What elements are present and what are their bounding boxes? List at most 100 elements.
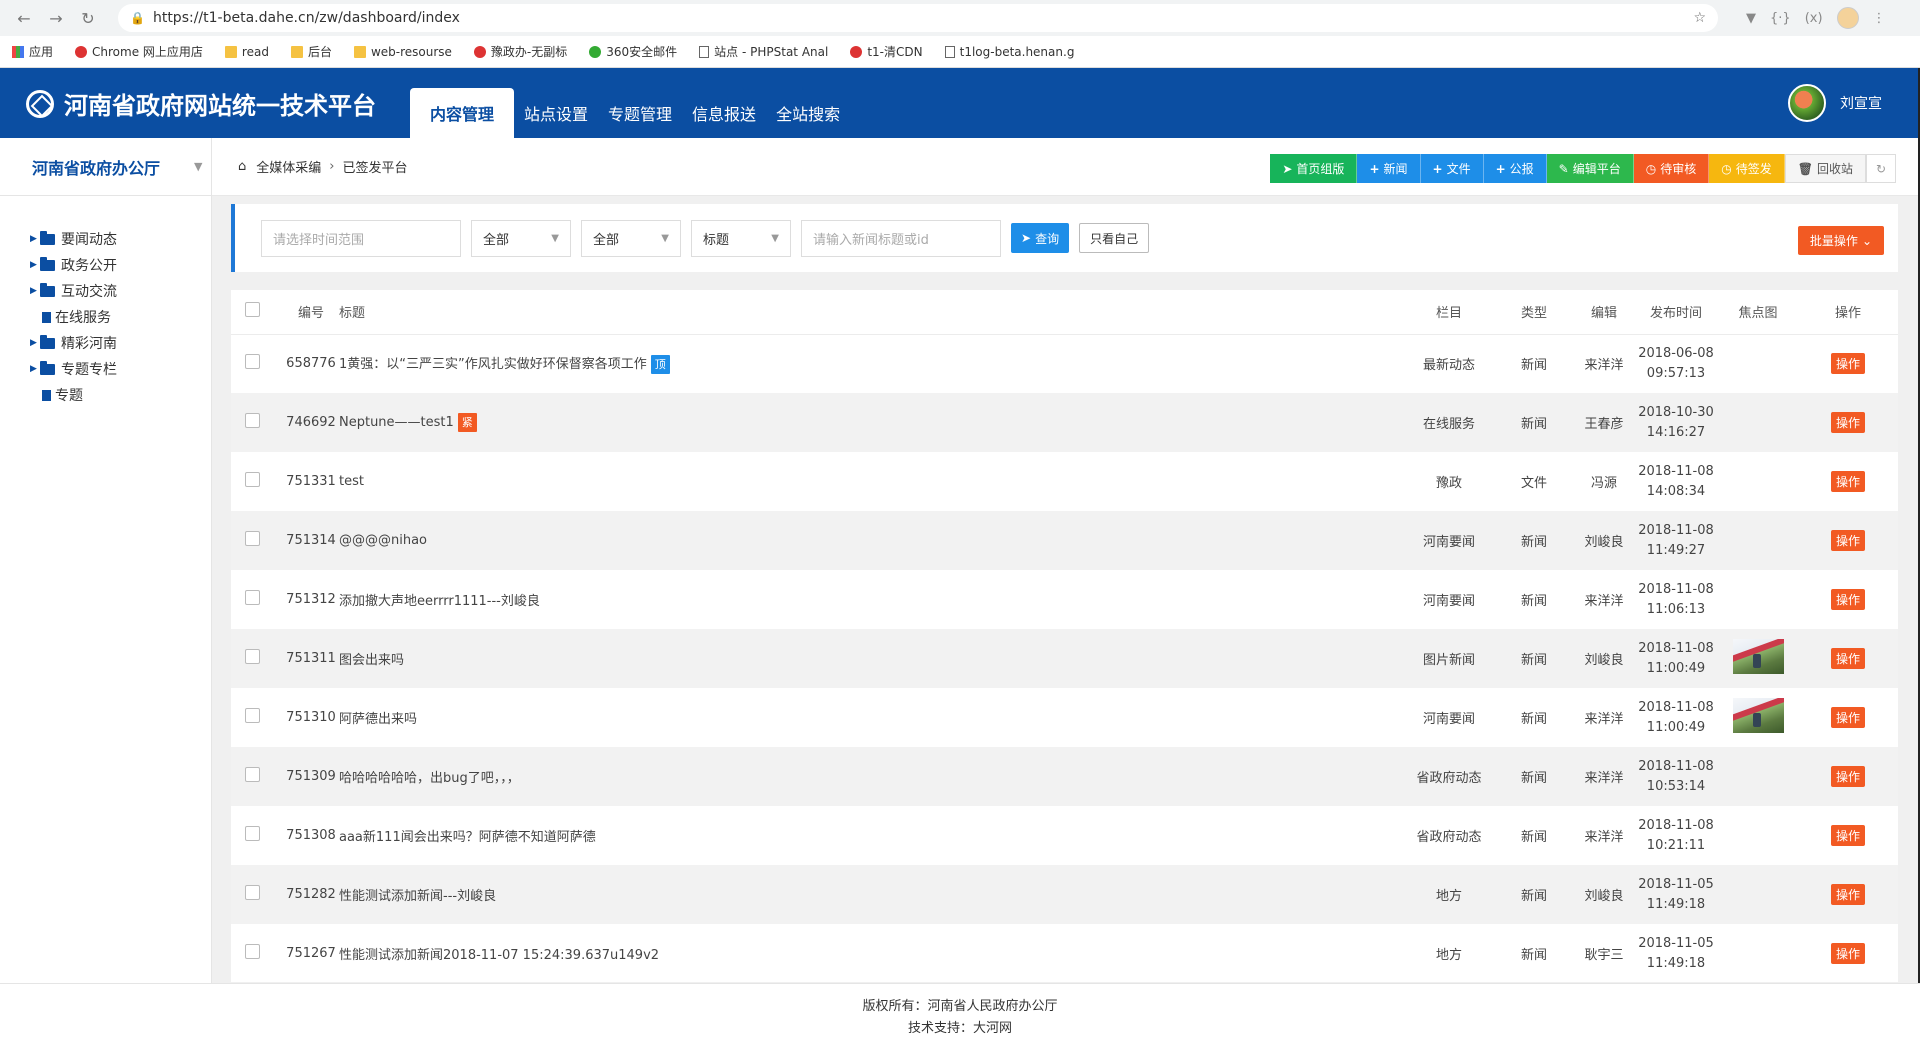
table-row[interactable]: 751309 哈哈哈哈哈哈，出bug了吧，，， 省政府动态 新闻 来洋洋 201…	[231, 747, 1898, 806]
row-operation-button[interactable]: 操作	[1830, 353, 1865, 375]
forward-icon[interactable]: →	[44, 6, 68, 30]
field-select[interactable]: 标题 ▼	[691, 219, 791, 257]
expand-arrow-icon[interactable]: ▶	[30, 338, 40, 348]
expand-arrow-icon[interactable]: ▶	[30, 364, 40, 374]
table-row[interactable]: 751312 添加撤大声地eerrrr1111---刘峻良 河南要闻 新闻 来洋…	[231, 570, 1898, 629]
row-operation-button[interactable]: 操作	[1830, 648, 1865, 669]
bookmark-apps[interactable]: 应用	[12, 43, 53, 60]
table-row[interactable]: 751314 @@@@nihao 河南要闻 新闻 刘峻良 2018-11-08 1…	[231, 511, 1898, 570]
site-selector[interactable]: 河南省政府办公厅 ▼	[0, 138, 211, 196]
add-bulletin-button[interactable]: + 公报	[1483, 154, 1547, 183]
add-file-button[interactable]: + 文件	[1420, 154, 1484, 183]
bookmark-read[interactable]: read	[224, 45, 269, 59]
focus-image-thumbnail[interactable]	[1732, 698, 1784, 733]
menu-icon[interactable]: ⋮	[1873, 11, 1886, 26]
bookmark-t1log[interactable]: t1log-beta.henan.g	[944, 45, 1074, 59]
tab-topic-management[interactable]: 专题管理	[598, 88, 682, 138]
row-checkbox[interactable]	[245, 413, 260, 428]
focus-image-thumbnail[interactable]	[1732, 639, 1784, 674]
select-all-checkbox[interactable]	[245, 302, 260, 318]
keyword-input[interactable]: 请输入新闻标题或id	[801, 219, 1001, 257]
row-checkbox[interactable]	[245, 708, 260, 723]
row-title[interactable]: test	[339, 474, 364, 489]
tree-item-online-service[interactable]: 在线服务	[30, 304, 211, 330]
row-checkbox[interactable]	[245, 885, 260, 900]
star-icon[interactable]: ☆	[1693, 10, 1706, 26]
tab-site-search[interactable]: 全站搜索	[766, 88, 850, 138]
table-row[interactable]: 751331 test 豫政 文件 冯源 2018-11-08 14:08:34 …	[231, 452, 1898, 511]
home-icon[interactable]: ⌂	[238, 159, 246, 174]
expand-arrow-icon[interactable]: ▶	[30, 286, 40, 296]
tab-info-report[interactable]: 信息报送	[682, 88, 766, 138]
row-title[interactable]: 性能测试添加新闻---刘峻良	[339, 889, 496, 904]
row-operation-button[interactable]: 操作	[1830, 412, 1865, 433]
row-operation-button[interactable]: 操作	[1830, 766, 1865, 787]
breadcrumb-home[interactable]: 全媒体采编	[256, 157, 321, 176]
bookmark-phpstat[interactable]: 站点 - PHPStat Anal	[699, 43, 828, 60]
row-checkbox[interactable]	[245, 590, 260, 605]
bookmark-webstore[interactable]: Chrome 网上应用店	[75, 43, 203, 60]
pending-review-button[interactable]: ◷ 待审核	[1633, 154, 1710, 183]
pending-sign-button[interactable]: ◷ 待签发	[1709, 154, 1785, 183]
bookmark-web-resourse[interactable]: web-resourse	[353, 45, 452, 59]
add-news-button[interactable]: + 新闻	[1357, 154, 1421, 183]
homepage-layout-button[interactable]: ➤ 首页组版	[1270, 154, 1358, 183]
row-title[interactable]: 1黄强：以“三严三实”作风扎实做好环保督察各项工作	[339, 357, 647, 372]
back-icon[interactable]: ←	[12, 6, 36, 30]
recycle-bin-button[interactable]: 🗑 回收站	[1784, 154, 1866, 183]
tree-item-henan[interactable]: ▶ 精彩河南	[30, 330, 211, 356]
only-mine-button[interactable]: 只看自己	[1079, 223, 1150, 253]
tree-item-affairs[interactable]: ▶ 政务公开	[30, 252, 211, 278]
logo[interactable]: 河南省政府网站统一技术平台	[26, 86, 376, 121]
row-operation-button[interactable]: 操作	[1830, 530, 1865, 551]
tree-item-columns[interactable]: ▶ 专题专栏	[30, 356, 211, 382]
row-operation-button[interactable]: 操作	[1830, 884, 1865, 905]
bookmark-yuzhengban[interactable]: 豫政办-无副标	[473, 43, 567, 60]
row-title[interactable]: 阿萨德出来吗	[339, 712, 417, 727]
row-checkbox[interactable]	[245, 531, 260, 546]
row-checkbox[interactable]	[245, 826, 260, 841]
row-title[interactable]: 添加撤大声地eerrrr1111---刘峻良	[339, 594, 540, 609]
row-checkbox[interactable]	[245, 354, 260, 370]
profile-avatar-icon[interactable]	[1836, 7, 1859, 29]
row-operation-button[interactable]: 操作	[1830, 471, 1865, 492]
bookmark-cdn[interactable]: t1-清CDN	[850, 43, 923, 60]
row-title[interactable]: 图会出来吗	[339, 653, 404, 668]
search-button[interactable]: ➤ 查询	[1011, 223, 1070, 253]
category-select[interactable]: 全部 ▼	[581, 219, 681, 257]
reload-icon[interactable]: ↻	[76, 6, 100, 30]
edit-platform-button[interactable]: ✎ 编辑平台	[1546, 154, 1634, 183]
row-checkbox[interactable]	[245, 649, 260, 664]
batch-operation-button[interactable]: 批量操作 ⌄	[1797, 226, 1884, 255]
address-bar[interactable]: 🔒 https://t1-beta.dahe.cn/zw/dashboard/i…	[118, 4, 1718, 32]
json-extension-icon[interactable]: {·}	[1770, 11, 1791, 26]
bookmark-360mail[interactable]: 360安全邮件	[589, 43, 677, 60]
refresh-icon[interactable]: ↻	[1866, 154, 1896, 183]
table-row[interactable]: 751282 性能测试添加新闻---刘峻良 地方 新闻 刘峻良 2018-11-…	[231, 865, 1898, 924]
table-row[interactable]: 751311 图会出来吗 图片新闻 新闻 刘峻良 2018-11-08 11:00…	[231, 629, 1898, 688]
table-row[interactable]: 751310 阿萨德出来吗 河南要闻 新闻 来洋洋 2018-11-08 11:0…	[231, 688, 1898, 747]
row-operation-button[interactable]: 操作	[1830, 825, 1865, 846]
row-title[interactable]: @@@@nihao	[339, 533, 427, 548]
tab-content-management[interactable]: 内容管理	[410, 88, 515, 138]
tree-item-news[interactable]: ▶ 要闻动态	[30, 226, 211, 252]
formula-extension-icon[interactable]: (x)	[1805, 11, 1823, 26]
filter-extension-icon[interactable]: ▼	[1746, 11, 1756, 26]
row-operation-button[interactable]: 操作	[1830, 589, 1865, 610]
row-checkbox[interactable]	[245, 472, 260, 487]
expand-arrow-icon[interactable]: ▶	[30, 260, 40, 270]
row-title[interactable]: Neptune——test1	[339, 415, 454, 430]
user-menu[interactable]: 刘宣宣	[1788, 84, 1882, 122]
table-row[interactable]: 751267 性能测试添加新闻2018-11-07 15:24:39.637u1…	[231, 924, 1898, 982]
row-operation-button[interactable]: 操作	[1830, 943, 1865, 964]
expand-arrow-icon[interactable]: ▶	[30, 234, 40, 244]
tree-item-interaction[interactable]: ▶ 互动交流	[30, 278, 211, 304]
row-title[interactable]: 性能测试添加新闻2018-11-07 15:24:39.637u149v2	[339, 948, 659, 963]
table-row[interactable]: 751308 aaa新111闻会出来吗？阿萨德不知道阿萨德 省政府动态 新闻 来…	[231, 806, 1898, 865]
tree-item-topics[interactable]: 专题	[30, 382, 211, 408]
bookmark-backend[interactable]: 后台	[290, 43, 332, 60]
date-range-input[interactable]: 请选择时间范围	[261, 219, 461, 257]
row-title[interactable]: aaa新111闻会出来吗？阿萨德不知道阿萨德	[339, 830, 596, 845]
row-checkbox[interactable]	[245, 944, 260, 959]
tab-site-settings[interactable]: 站点设置	[514, 88, 598, 138]
